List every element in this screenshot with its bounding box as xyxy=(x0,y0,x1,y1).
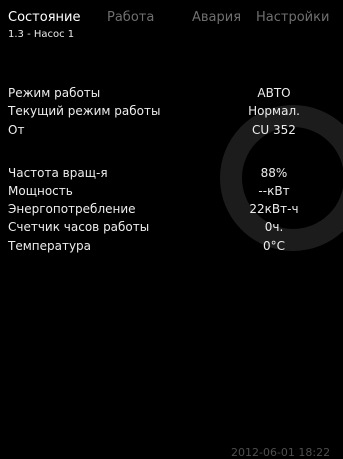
row-value: 88% xyxy=(260,166,288,180)
status-row-operating-mode: Режим работы АВТО xyxy=(0,85,343,103)
measure-row-speed: Частота вращ-я 88% xyxy=(0,165,343,183)
row-value: 0ч. xyxy=(264,220,284,234)
status-datetime: 2012-06-01 18:22 xyxy=(231,446,331,459)
row-value: Нормал. xyxy=(248,104,300,118)
measure-row-energy: Энергопотребление 22кВт-ч xyxy=(0,201,343,219)
row-label: Текущий режим работы xyxy=(8,104,161,118)
row-value: АВТО xyxy=(257,86,291,100)
row-value: --кВт xyxy=(258,184,290,198)
status-row-source: От CU 352 xyxy=(0,122,343,140)
row-label: Энергопотребление xyxy=(8,202,136,216)
row-label: Частота вращ-я xyxy=(8,166,108,180)
row-label: Счетчик часов работы xyxy=(8,220,150,234)
display-screen: Состояние Работа Авария Настройки 1.3 - … xyxy=(0,0,343,459)
row-label: Температура xyxy=(8,239,92,253)
tab-operation[interactable]: Работа xyxy=(107,10,154,26)
status-row-current-mode: Текущий режим работы Нормал. xyxy=(0,103,343,121)
row-label: Режим работы xyxy=(8,86,101,100)
tab-alarm[interactable]: Авария xyxy=(192,10,241,26)
row-value: 22кВт-ч xyxy=(249,202,299,216)
tab-bar: Состояние Работа Авария Настройки xyxy=(0,0,343,26)
measure-row-power: Мощность --кВт xyxy=(0,183,343,201)
tab-status[interactable]: Состояние xyxy=(8,10,80,26)
row-value: CU 352 xyxy=(252,123,296,137)
measure-row-operating-hours: Счетчик часов работы 0ч. xyxy=(0,219,343,237)
measure-row-temperature: Температура 0°C xyxy=(0,238,343,256)
row-value: 0°C xyxy=(262,239,285,253)
row-label: От xyxy=(8,123,25,137)
menu-path: 1.3 - Насос 1 xyxy=(8,29,75,40)
tab-settings[interactable]: Настройки xyxy=(256,10,329,26)
row-label: Мощность xyxy=(8,184,73,198)
